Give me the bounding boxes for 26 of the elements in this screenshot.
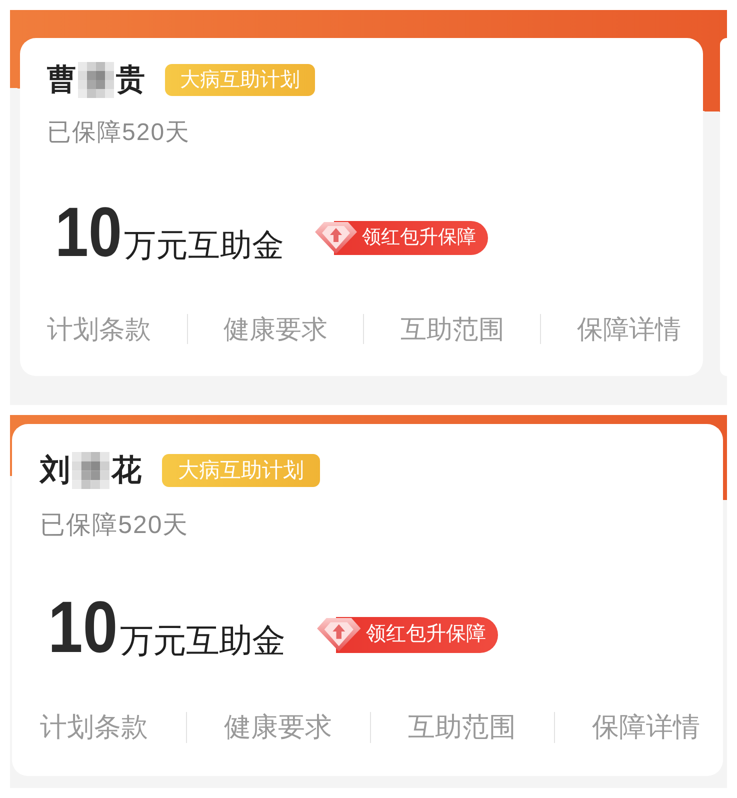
gem-icon xyxy=(314,221,358,255)
pixel-mosaic-icon xyxy=(72,452,110,490)
upgrade-coverage-button[interactable]: 领红包升保障 xyxy=(314,221,488,255)
name-text: 曹 xyxy=(47,62,76,98)
amount-text: 10 xyxy=(48,592,118,666)
gem-icon xyxy=(316,617,362,653)
name-text: 刘 xyxy=(40,452,70,489)
name-text: 贵 xyxy=(116,62,145,98)
plan-link[interactable]: 互助范围 xyxy=(400,314,504,345)
plan-link[interactable]: 健康要求 xyxy=(224,314,328,345)
amount-text: 10 xyxy=(55,197,122,267)
amount-unit-text: 万元互助金 xyxy=(124,229,284,261)
pixel-mosaic-icon xyxy=(78,62,114,98)
plan-link[interactable]: 保障详情 xyxy=(576,314,681,345)
plan-tag: 大病互助计划 xyxy=(162,454,320,488)
coverage-days-text: 已保障520天 xyxy=(47,118,192,148)
coverage-days-text: 已保障520天 xyxy=(40,510,190,542)
name-text: 花 xyxy=(112,452,142,489)
plan-link[interactable]: 健康要求 xyxy=(224,711,332,744)
plan-link[interactable]: 互助范围 xyxy=(408,711,516,744)
amount-unit-text: 万元互助金 xyxy=(120,625,286,659)
plan-tag: 大病互助计划 xyxy=(165,64,315,96)
plan-link[interactable]: 保障详情 xyxy=(592,711,700,744)
plan-link[interactable]: 计划条款 xyxy=(47,314,151,345)
upgrade-coverage-button[interactable]: 领红包升保障 xyxy=(316,617,498,653)
plan-link[interactable]: 计划条款 xyxy=(40,711,148,744)
